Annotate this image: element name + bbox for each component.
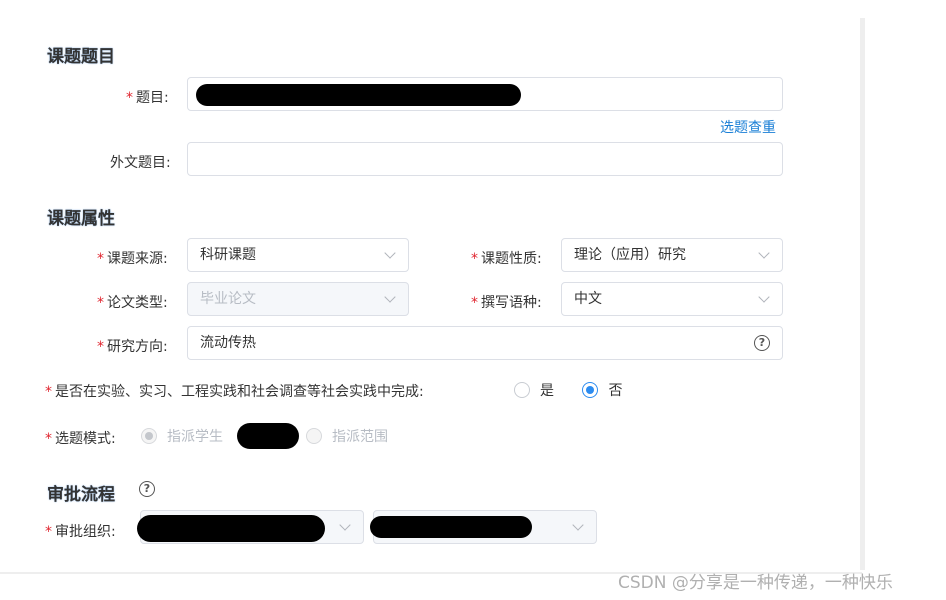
foreign-title-label: 外文题目: — [110, 155, 171, 171]
source-value: 科研课题 — [200, 247, 256, 263]
direction-input[interactable]: 流动传热 ? — [187, 326, 783, 360]
chevron-down-icon — [339, 519, 351, 531]
redacted-org-2 — [370, 516, 532, 538]
question-circle-icon[interactable]: ? — [754, 335, 770, 351]
nature-label-text: 课题性质: — [481, 251, 542, 267]
required-mark: * — [471, 251, 478, 267]
radio-assign-scope-label: 指派范围 — [332, 429, 388, 445]
section-title-approval: 审批流程 — [47, 485, 115, 505]
radio-yes-label[interactable]: 是 — [540, 383, 554, 399]
required-mark: * — [97, 295, 104, 311]
required-mark: * — [45, 431, 52, 447]
required-mark: * — [45, 384, 52, 400]
practice-label-text: 是否在实验、实习、工程实践和社会调查等社会实践中完成: — [55, 384, 424, 400]
title-label: * 题目: — [126, 87, 169, 107]
language-select[interactable]: 中文 — [561, 282, 783, 316]
source-label: * 课题来源: — [97, 248, 168, 268]
duplicate-check-link[interactable]: 选题查重 — [720, 117, 776, 137]
required-mark: * — [97, 339, 104, 355]
direction-label-text: 研究方向: — [107, 339, 168, 355]
radio-assign-scope — [306, 428, 322, 444]
required-mark: * — [471, 295, 478, 311]
language-label: * 撰写语种: — [471, 292, 542, 312]
source-select[interactable]: 科研课题 — [187, 238, 409, 272]
redacted-title — [196, 84, 521, 106]
chevron-down-icon — [758, 291, 770, 303]
practice-label: * 是否在实验、实习、工程实践和社会调查等社会实践中完成: — [45, 381, 424, 401]
nature-select[interactable]: 理论（应用）研究 — [561, 238, 783, 272]
nature-value: 理论（应用）研究 — [574, 247, 686, 263]
source-label-text: 课题来源: — [107, 251, 168, 267]
thesis-type-label-text: 论文类型: — [107, 295, 168, 311]
radio-yes[interactable] — [514, 382, 530, 398]
nature-label: * 课题性质: — [471, 248, 542, 268]
redacted-student — [237, 423, 299, 449]
chevron-down-icon — [384, 247, 396, 259]
mode-label: * 选题模式: — [45, 428, 116, 448]
language-value: 中文 — [574, 291, 602, 307]
title-label-text: 题目: — [136, 90, 169, 106]
mode-label-text: 选题模式: — [55, 431, 116, 447]
thesis-type-select: 毕业论文 — [187, 282, 409, 316]
radio-assign-student-label: 指派学生 — [167, 429, 223, 445]
mode-radio-group: 指派学生 — [141, 426, 247, 446]
scrollbar-track[interactable] — [860, 18, 865, 570]
language-label-text: 撰写语种: — [481, 295, 542, 311]
thesis-type-label: * 论文类型: — [97, 292, 168, 312]
thesis-type-value: 毕业论文 — [200, 291, 256, 307]
radio-no-label[interactable]: 否 — [608, 383, 622, 399]
mode-radio-group-2: 指派范围 — [306, 426, 412, 446]
foreign-title-input[interactable] — [187, 142, 783, 176]
org-label: * 审批组织: — [45, 521, 116, 541]
section-title-topic: 课题题目 — [47, 47, 115, 67]
required-mark: * — [97, 251, 104, 267]
required-mark: * — [126, 90, 133, 106]
direction-value: 流动传热 — [200, 335, 256, 351]
required-mark: * — [45, 524, 52, 540]
practice-radio-group: 是 否 — [514, 380, 646, 400]
chevron-down-icon — [572, 519, 584, 531]
radio-assign-student — [141, 428, 157, 444]
chevron-down-icon — [758, 247, 770, 259]
chevron-down-icon — [384, 291, 396, 303]
radio-no[interactable] — [582, 382, 599, 398]
org-label-text: 审批组织: — [55, 524, 116, 540]
watermark: CSDN @分享是一种传递，一种快乐 — [618, 573, 893, 593]
title-input[interactable] — [187, 77, 783, 111]
question-circle-icon[interactable]: ? — [139, 481, 155, 497]
direction-label: * 研究方向: — [97, 336, 168, 356]
section-title-attributes: 课题属性 — [47, 209, 115, 229]
redacted-org-1 — [137, 515, 325, 542]
